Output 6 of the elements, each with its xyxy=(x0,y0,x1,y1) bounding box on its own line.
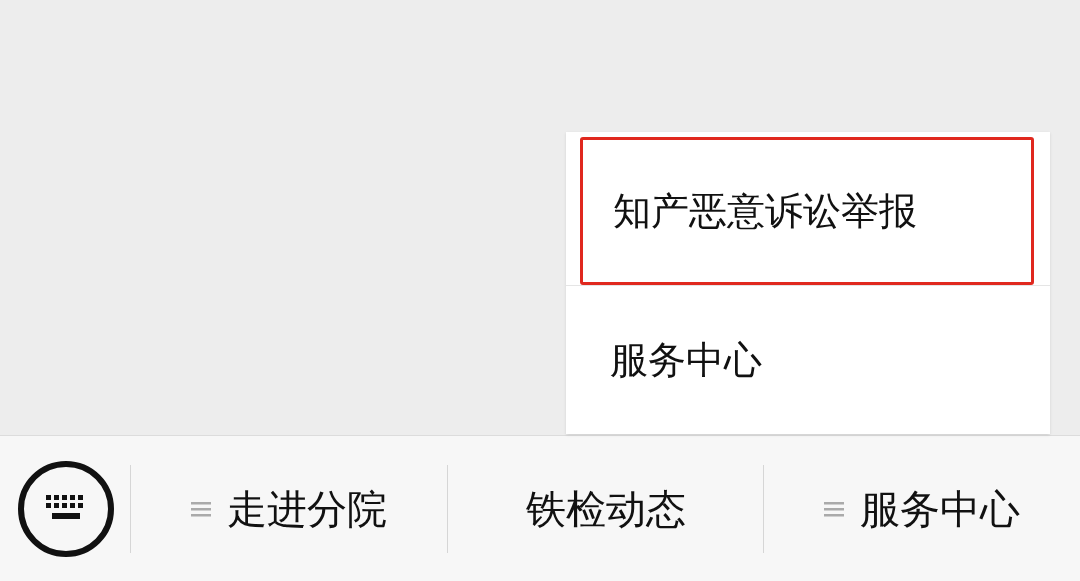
menu-bar-item[interactable]: 服务中心 xyxy=(824,478,1021,539)
popup-menu-item[interactable]: 知产恶意诉讼举报 xyxy=(580,137,1034,285)
keyboard-icon[interactable] xyxy=(16,458,116,559)
menu-bar-item[interactable]: 铁检动态 xyxy=(525,478,686,539)
popup-menu-item[interactable]: 服务中心 xyxy=(566,286,1050,434)
menu-bar-item[interactable]: 走进分院 xyxy=(190,478,387,539)
